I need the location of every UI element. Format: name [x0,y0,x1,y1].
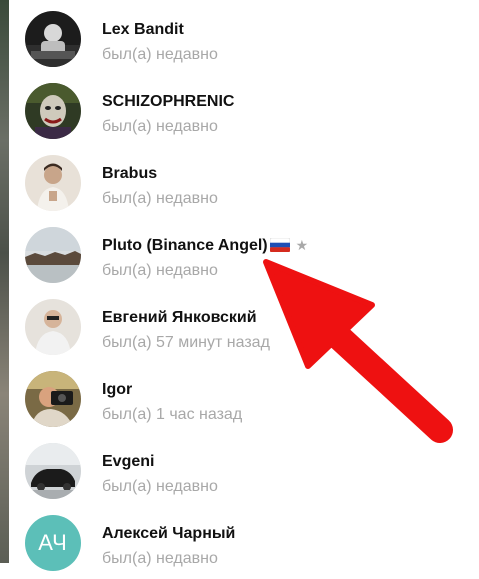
contact-name: Igor [102,381,133,398]
contact-name: SCHIZOPHRENIC [102,93,235,110]
russia-flag-icon [269,237,290,257]
contact-status: был(а) 1 час назад [102,406,243,423]
avatar-image [25,83,81,139]
contact-row-evgeniy-yankovskiy[interactable]: Евгений Янковский был(а) 57 минут назад [9,291,479,363]
contact-name: Pluto (Binance Angel) ★ [102,237,308,257]
contact-status: был(а) недавно [102,550,218,567]
contact-name: Евгений Янковский [102,309,257,326]
contact-row-igor[interactable]: Igor был(а) 1 час назад [9,363,479,435]
contact-name: Алексей Чарный [102,525,236,542]
avatar-image [25,299,81,355]
contact-row-lex-bandit[interactable]: Lex Bandit был(а) недавно [9,3,479,75]
background-window-edge [0,0,9,563]
avatar [25,83,81,139]
contact-name: Lex Bandit [102,21,184,38]
contact-name: Brabus [102,165,158,182]
star-icon: ★ [295,237,309,253]
contact-status: был(а) недавно [102,118,218,135]
avatar [25,443,81,499]
contact-row-pluto[interactable]: Pluto (Binance Angel) ★ был(а) недавно [9,219,479,291]
avatar-image [25,371,81,427]
contact-row-evgeni[interactable]: Evgeni был(а) недавно [9,435,479,507]
contact-name-text: Pluto (Binance Angel) [102,237,268,254]
avatar-image [25,11,81,67]
contact-name: Evgeni [102,453,155,470]
contact-status: был(а) недавно [102,262,218,279]
avatar [25,371,81,427]
contact-status: был(а) недавно [102,46,218,63]
avatar [25,11,81,67]
avatar-image [25,227,81,283]
avatar [25,299,81,355]
avatar [25,227,81,283]
avatar [25,155,81,211]
contact-status: был(а) недавно [102,478,218,495]
avatar-image [25,443,81,499]
contact-row-brabus[interactable]: Brabus был(а) недавно [9,147,479,219]
avatar-image [25,155,81,211]
contact-status: был(а) 57 минут назад [102,334,270,351]
contact-row-schizophrenic[interactable]: SCHIZOPHRENIC был(а) недавно [9,75,479,147]
contact-status: был(а) недавно [102,190,218,207]
contact-row-aleksey-charnyy[interactable]: АЧ Алексей Чарный был(а) недавно [9,507,479,579]
